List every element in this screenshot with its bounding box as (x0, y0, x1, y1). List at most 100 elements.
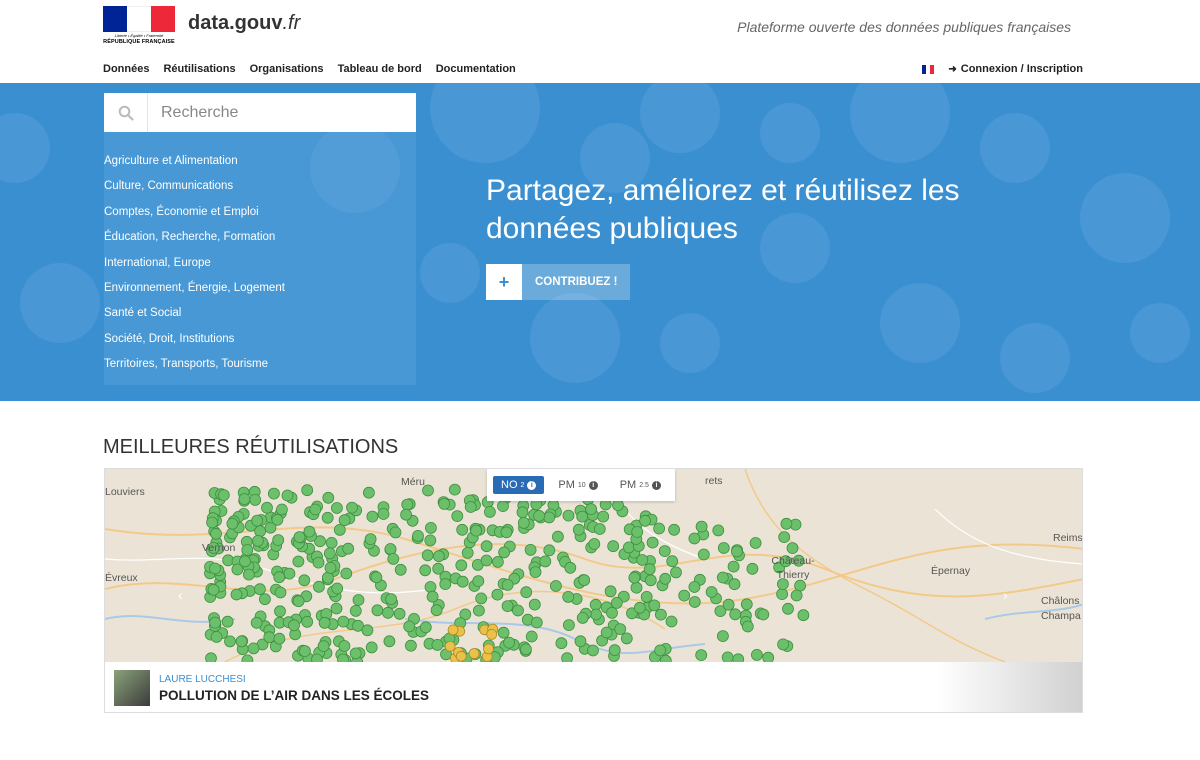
station-marker[interactable] (578, 574, 591, 587)
station-marker[interactable] (226, 517, 239, 530)
login-link[interactable]: ➜ Connexion / Inscription (948, 63, 1083, 75)
reuse-caption[interactable]: LAURE LUCCHESI POLLUTION DE L’AIR DANS L… (105, 662, 1082, 712)
station-marker[interactable] (780, 517, 793, 530)
nav-documentation[interactable]: Documentation (436, 63, 516, 75)
station-marker[interactable] (610, 596, 623, 609)
station-marker[interactable] (263, 631, 276, 644)
station-marker[interactable] (207, 583, 220, 596)
station-marker[interactable] (389, 526, 402, 539)
station-marker[interactable] (497, 500, 509, 512)
station-marker[interactable] (746, 562, 759, 575)
info-icon[interactable]: i (588, 480, 598, 490)
station-marker[interactable] (528, 598, 541, 611)
topic-link[interactable]: Comptes, Économie et Emploi (104, 206, 416, 231)
station-marker[interactable] (607, 540, 620, 553)
carousel-next-icon[interactable]: › (1003, 587, 1008, 603)
station-marker[interactable] (491, 588, 504, 601)
station-marker[interactable] (292, 595, 305, 608)
station-marker[interactable] (524, 544, 537, 556)
station-marker[interactable] (273, 571, 286, 584)
station-marker[interactable] (722, 598, 735, 611)
station-marker[interactable] (267, 487, 280, 500)
station-marker[interactable] (241, 544, 254, 556)
station-marker[interactable] (525, 630, 538, 643)
station-marker[interactable] (500, 526, 513, 539)
station-marker[interactable] (210, 527, 222, 540)
station-marker[interactable] (235, 635, 248, 648)
station-marker[interactable] (503, 636, 516, 649)
station-marker[interactable] (318, 616, 331, 629)
station-marker[interactable] (562, 591, 575, 603)
station-marker[interactable] (451, 510, 464, 522)
station-marker[interactable] (337, 653, 349, 662)
station-marker[interactable] (659, 572, 672, 585)
station-marker[interactable] (612, 499, 624, 512)
topic-link[interactable]: Culture, Communications (104, 180, 416, 205)
station-marker[interactable] (712, 524, 725, 537)
station-marker[interactable] (401, 498, 414, 511)
station-marker[interactable] (298, 645, 311, 658)
station-marker[interactable] (349, 647, 362, 660)
station-marker[interactable] (539, 555, 552, 568)
station-marker[interactable] (585, 503, 598, 515)
station-marker[interactable] (241, 654, 254, 662)
author-name[interactable]: LAURE LUCCHESI (159, 674, 246, 685)
station-marker-high[interactable] (455, 650, 467, 662)
station-marker[interactable] (221, 615, 234, 628)
station-marker[interactable] (206, 516, 218, 529)
station-marker[interactable] (576, 611, 589, 624)
station-marker[interactable] (340, 567, 353, 580)
station-marker[interactable] (331, 582, 344, 595)
station-marker[interactable] (732, 653, 745, 662)
site-logo[interactable]: data.gouv.fr (188, 12, 300, 35)
station-marker[interactable] (620, 632, 633, 645)
station-marker[interactable] (456, 523, 469, 536)
station-marker[interactable] (757, 608, 770, 621)
language-flag-icon[interactable] (922, 64, 935, 74)
search-icon[interactable] (104, 93, 148, 132)
station-marker[interactable] (464, 501, 477, 513)
station-marker[interactable] (210, 630, 223, 643)
info-icon[interactable]: i (527, 480, 537, 490)
station-marker[interactable] (403, 620, 416, 633)
station-marker[interactable] (631, 526, 644, 538)
station-marker[interactable] (251, 514, 264, 527)
station-marker[interactable] (352, 594, 365, 606)
tab-no2[interactable]: NO 2 i (493, 476, 545, 494)
station-marker[interactable] (283, 567, 296, 580)
station-marker[interactable] (653, 522, 665, 535)
station-marker[interactable] (419, 621, 432, 634)
station-marker[interactable] (251, 535, 264, 547)
marianne-logo[interactable]: Liberté • Égalité • Fraternité RÉPUBLIQU… (103, 6, 175, 48)
station-marker[interactable] (325, 537, 338, 549)
station-marker[interactable] (648, 599, 661, 612)
station-marker[interactable] (782, 602, 794, 615)
station-marker[interactable] (777, 638, 789, 651)
search-input[interactable] (148, 94, 408, 131)
station-marker[interactable] (697, 548, 710, 561)
station-marker[interactable] (593, 523, 606, 535)
station-marker[interactable] (272, 534, 285, 546)
station-marker[interactable] (394, 563, 407, 576)
station-marker[interactable] (230, 588, 243, 601)
station-marker[interactable] (643, 563, 656, 576)
station-marker[interactable] (249, 493, 262, 506)
station-marker[interactable] (385, 593, 398, 606)
station-marker[interactable] (205, 652, 217, 662)
station-marker[interactable] (421, 549, 434, 562)
station-marker[interactable] (317, 640, 330, 653)
station-marker[interactable] (258, 593, 271, 606)
station-marker[interactable] (665, 615, 678, 628)
station-marker[interactable] (762, 651, 775, 662)
station-marker[interactable] (321, 511, 334, 524)
station-marker[interactable] (695, 520, 708, 533)
station-marker[interactable] (274, 586, 287, 599)
station-marker[interactable] (574, 635, 587, 648)
station-marker[interactable] (678, 589, 691, 602)
station-marker[interactable] (311, 653, 323, 662)
carousel-prev-icon[interactable]: ‹ (178, 587, 183, 603)
station-marker[interactable] (797, 609, 810, 622)
reuse-title[interactable]: POLLUTION DE L’AIR DANS LES ÉCOLES (159, 688, 429, 703)
station-marker[interactable] (432, 550, 445, 563)
station-marker[interactable] (387, 553, 400, 565)
